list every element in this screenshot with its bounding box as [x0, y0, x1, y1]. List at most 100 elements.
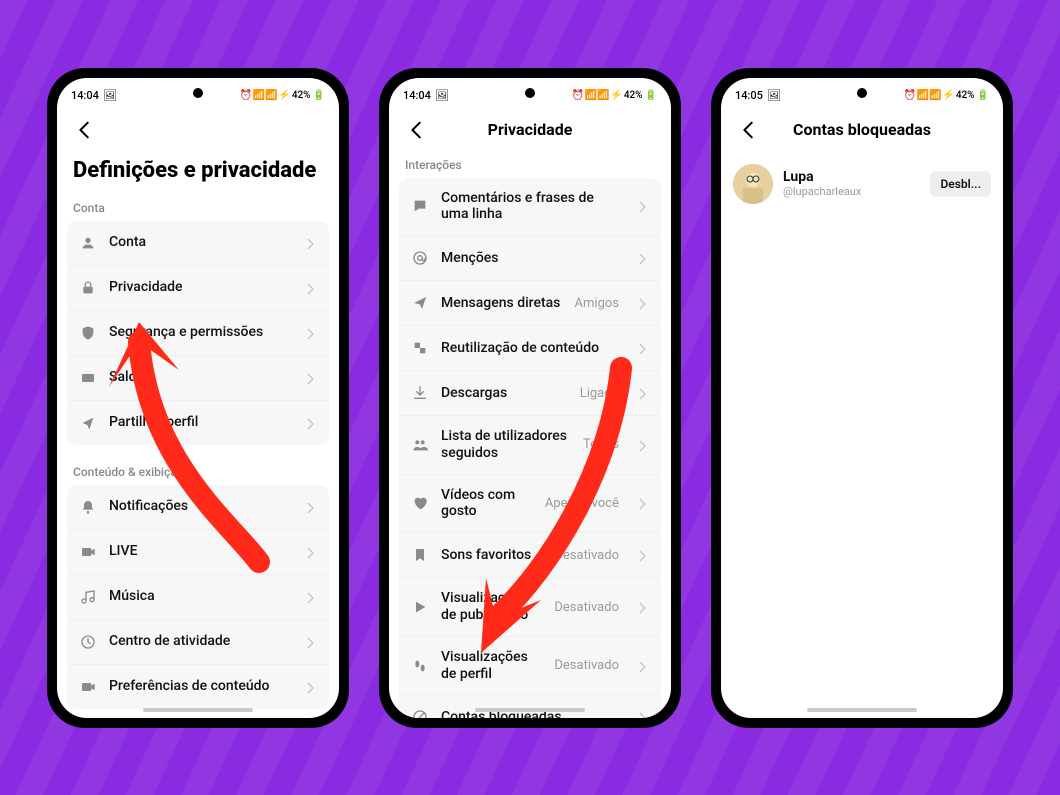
row-atividade[interactable]: Centro de atividade	[67, 619, 329, 664]
reuse-icon	[411, 339, 429, 357]
status-time: 14:04	[71, 89, 99, 102]
camera-cutout	[525, 88, 535, 98]
download-icon	[411, 384, 429, 402]
row-value: Desativado	[554, 548, 619, 563]
row-label: Comentários e frases de uma linha	[441, 190, 623, 224]
battery-icon: 🔋	[313, 90, 325, 101]
chevron-right-icon	[635, 199, 649, 213]
phone-frame-3: 14:05 🖼 ⏰ 📶 📶 ⚡ 42% 🔋 Contas bloqueadas	[711, 68, 1013, 728]
row-privacidade[interactable]: Privacidade	[67, 265, 329, 310]
section-label-account: Conta	[57, 193, 339, 221]
row-label: LIVE	[109, 543, 291, 560]
status-right-icons: ⏰ 📶 📶 ⚡	[572, 90, 622, 101]
card-content: Notificações LIVE Música	[67, 485, 329, 709]
row-musica[interactable]: Música	[67, 574, 329, 619]
phone-screen-3: 14:05 🖼 ⏰ 📶 📶 ⚡ 42% 🔋 Contas bloqueadas	[721, 78, 1003, 718]
status-right-icons: ⏰ 📶 📶 ⚡	[240, 90, 290, 101]
row-value: Apenas você	[545, 496, 619, 511]
chevron-right-icon	[303, 590, 317, 604]
chevron-right-icon	[635, 496, 649, 510]
row-label: Mensagens diretas	[441, 295, 563, 312]
blocked-user-handle: @lupacharleaux	[783, 185, 920, 198]
screen2-header: Privacidade	[389, 110, 671, 144]
share-icon	[79, 414, 97, 432]
row-comentarios[interactable]: Comentários e frases de uma linha	[399, 178, 661, 236]
row-sons-favoritos[interactable]: Sons favoritos Desativado	[399, 532, 661, 577]
row-label: Privacidade	[109, 279, 291, 296]
chevron-right-icon	[635, 438, 649, 452]
chevron-right-icon	[635, 659, 649, 673]
chevron-right-icon	[303, 416, 317, 430]
battery-icon: 🔋	[977, 90, 989, 101]
header-title: Privacidade	[389, 120, 671, 139]
row-mensagens[interactable]: Mensagens diretas Amigos	[399, 280, 661, 325]
row-contas-bloqueadas[interactable]: Contas bloqueadas	[399, 694, 661, 717]
status-battery: 42%	[956, 90, 975, 101]
row-label: Centro de atividade	[109, 633, 291, 650]
chevron-right-icon	[303, 635, 317, 649]
blocked-user-row[interactable]: Lupa @lupacharleaux Desbl...	[721, 154, 1003, 214]
row-label: Reutilização de conteúdo	[441, 340, 623, 357]
screen3-scroll[interactable]: Lupa @lupacharleaux Desbl...	[721, 154, 1003, 718]
activity-icon	[79, 633, 97, 651]
card-account: Conta Privacidade Segurança e permissões	[67, 221, 329, 445]
row-visualizacoes-perfil[interactable]: Visualizações de perfil Desativado	[399, 636, 661, 695]
row-label: Conta	[109, 234, 291, 251]
home-indicator	[475, 708, 585, 712]
back-button[interactable]	[71, 116, 99, 144]
row-label: Música	[109, 588, 291, 605]
status-time: 14:04	[403, 89, 431, 102]
row-label: Saldo	[109, 369, 291, 386]
row-partilhar[interactable]: Partilhar perfil	[67, 400, 329, 445]
row-preferencias[interactable]: Preferências de conteúdo	[67, 664, 329, 709]
blocked-user-name: Lupa	[783, 169, 920, 185]
heart-icon	[411, 494, 429, 512]
row-label: Vídeos com gosto	[441, 487, 533, 521]
chevron-right-icon	[303, 281, 317, 295]
chevron-right-icon	[303, 545, 317, 559]
row-descargas[interactable]: Descargas Ligado	[399, 370, 661, 415]
row-label: Menções	[441, 250, 623, 267]
row-gostos[interactable]: Vídeos com gosto Apenas você	[399, 474, 661, 533]
back-button[interactable]	[735, 116, 763, 144]
row-value: Todos	[583, 437, 619, 452]
status-left-icons: 🖼	[767, 89, 781, 102]
chevron-right-icon	[635, 548, 649, 562]
people-icon	[411, 436, 429, 454]
status-battery: 42%	[624, 90, 643, 101]
battery-icon: 🔋	[645, 90, 657, 101]
unblock-button[interactable]: Desbl...	[930, 171, 991, 197]
chevron-right-icon	[635, 341, 649, 355]
chevron-right-icon	[303, 371, 317, 385]
status-right-icons: ⏰ 📶 📶 ⚡	[904, 90, 954, 101]
at-icon	[411, 249, 429, 267]
row-saldo[interactable]: Saldo	[67, 355, 329, 400]
phone-screen-1: 14:04 🖼 ⏰ 📶 📶 ⚡ 42% 🔋 Definições e priva…	[57, 78, 339, 718]
home-indicator	[143, 708, 253, 712]
row-conta[interactable]: Conta	[67, 221, 329, 265]
phone-screen-2: 14:04 🖼 ⏰ 📶 📶 ⚡ 42% 🔋 Privacidade Intera…	[389, 78, 671, 718]
screen1-scroll[interactable]: Conta Conta Privacidade Segurança e	[57, 193, 339, 718]
card-interacoes: Comentários e frases de uma linha Mençõe…	[399, 178, 661, 718]
camera-cutout	[857, 88, 867, 98]
avatar	[733, 164, 773, 204]
section-label-interacoes: Interações	[389, 150, 671, 178]
screen2-scroll[interactable]: Interações Comentários e frases de uma l…	[389, 150, 671, 718]
row-visualizacoes-pub[interactable]: Visualizações de publicação Desativado	[399, 577, 661, 636]
footsteps-icon	[411, 657, 429, 675]
row-seguidos[interactable]: Lista de utilizadores seguidos Todos	[399, 415, 661, 474]
row-live[interactable]: LIVE	[67, 529, 329, 574]
status-time: 14:05	[735, 89, 763, 102]
shield-icon	[79, 324, 97, 342]
section-label-content: Conteúdo & exibição	[57, 457, 339, 485]
live-icon	[79, 543, 97, 561]
row-mencoes[interactable]: Menções	[399, 235, 661, 280]
back-button[interactable]	[403, 116, 431, 144]
blocked-user-text: Lupa @lupacharleaux	[783, 169, 920, 198]
row-value: Desativado	[554, 600, 619, 615]
status-left-icons: 🖼	[103, 89, 117, 102]
row-notificacoes[interactable]: Notificações	[67, 485, 329, 529]
row-reutilizacao[interactable]: Reutilização de conteúdo	[399, 325, 661, 370]
row-seguranca[interactable]: Segurança e permissões	[67, 310, 329, 355]
phone-frame-2: 14:04 🖼 ⏰ 📶 📶 ⚡ 42% 🔋 Privacidade Intera…	[379, 68, 681, 728]
